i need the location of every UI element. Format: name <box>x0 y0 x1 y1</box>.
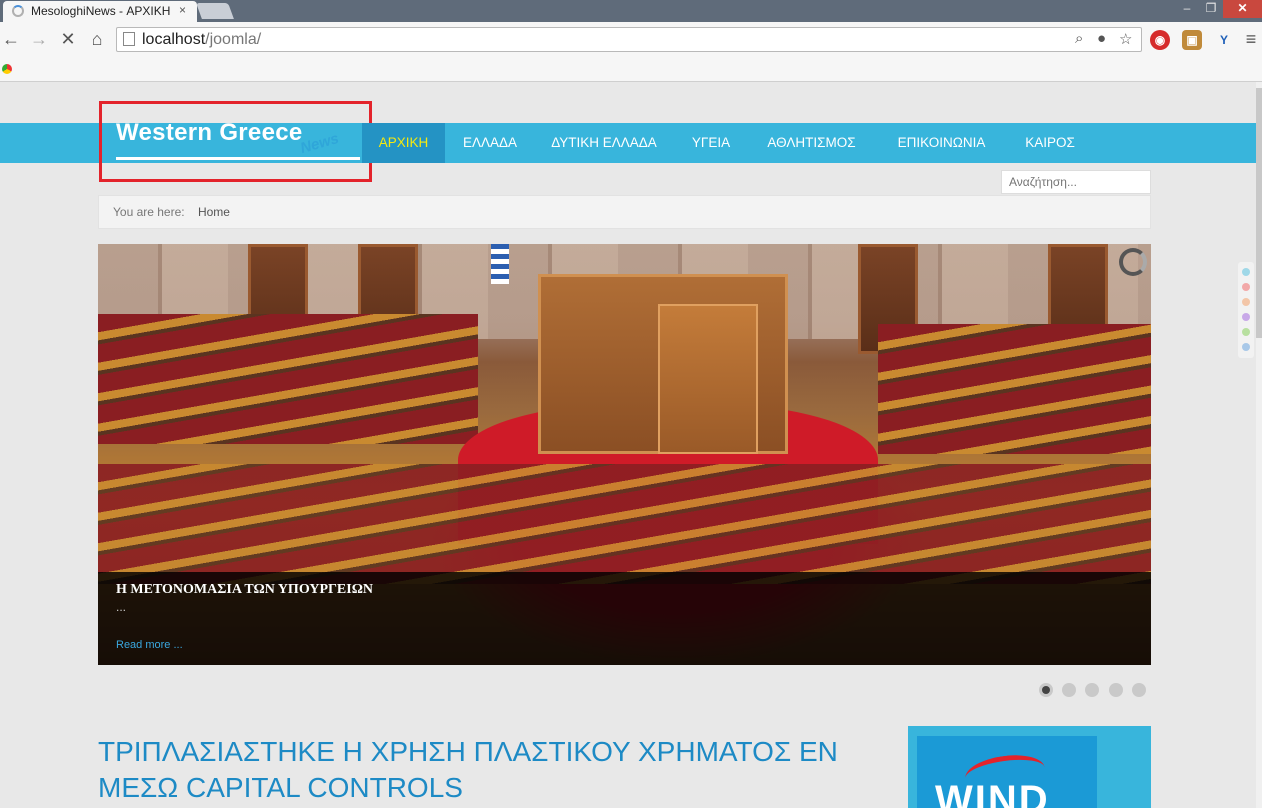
extension-box-icon[interactable]: ▣ <box>1182 30 1202 50</box>
nav-item-contact[interactable]: ΕΠΙΚΟΙΝΩΝΙΑ <box>874 123 1009 163</box>
hero-image-seats-left <box>98 314 478 444</box>
slider-dot-4[interactable] <box>1109 683 1123 697</box>
browser-tab-active[interactable]: MesologhiNews - ΑΡΧΙΚΗ × <box>3 1 197 22</box>
style-switcher <box>1238 262 1254 358</box>
scrollbar-thumb[interactable] <box>1256 88 1262 338</box>
menu-icon[interactable]: ≡ <box>1240 28 1262 50</box>
bookmark-star-icon[interactable]: ☆ <box>1119 30 1132 48</box>
nav-item-western-greece[interactable]: ΔΥΤΙΚΗ ΕΛΛΑΔΑ <box>535 123 673 163</box>
nav-item-health[interactable]: ΥΓΕΙΑ <box>673 123 749 163</box>
slider-dot-2[interactable] <box>1062 683 1076 697</box>
page-icon <box>123 32 135 46</box>
window-maximize-button[interactable]: ❐ <box>1199 0 1223 18</box>
hero-image-lectern <box>658 304 758 454</box>
stop-loading-icon[interactable]: ✕ <box>57 28 79 50</box>
browser-tabbar: MesologhiNews - ΑΡΧΙΚΗ × – ❐ ✕ <box>0 0 1262 22</box>
ad-banner-inner: WIND <box>917 736 1097 808</box>
nav-item-sports[interactable]: ΑΘΛΗΤΙΣΜΟΣ <box>749 123 874 163</box>
breadcrumb: You are here: Home <box>98 195 1151 229</box>
window-minimize-button[interactable]: – <box>1175 0 1199 18</box>
tab-close-icon[interactable]: × <box>179 3 186 17</box>
forward-arrow-icon[interactable]: → <box>28 28 50 50</box>
style-dot-red[interactable] <box>1242 283 1250 291</box>
apps-icon[interactable] <box>2 64 12 74</box>
extension-y-icon[interactable]: Y <box>1214 30 1234 50</box>
web-page: Western Greece News ΑΡΧΙΚΗ ΕΛΛΑΔΑ ΔΥΤΙΚΗ… <box>0 82 1262 808</box>
page-scrollbar[interactable] <box>1256 82 1262 808</box>
logo-highlight-box <box>99 101 372 182</box>
home-icon[interactable]: ⌂ <box>86 28 108 50</box>
hero-image-flag <box>491 244 509 284</box>
lightbulb-icon[interactable]: ● <box>1097 30 1106 47</box>
style-dot-orange[interactable] <box>1242 298 1250 306</box>
slider-dot-5[interactable] <box>1132 683 1146 697</box>
nav-item-weather[interactable]: ΚΑΙΡΟΣ <box>1009 123 1091 163</box>
bookmarks-bar <box>0 58 1262 82</box>
ad-brand: WIND <box>935 778 1050 808</box>
slider-loader-icon <box>1119 248 1147 276</box>
slider-dot-3[interactable] <box>1085 683 1099 697</box>
hero-slider[interactable]: Η ΜΕΤΟΝΟΜΑΣΙΑ ΤΩΝ ΥΠΟΥΡΓΕΙΩΝ ... Read mo… <box>98 244 1151 665</box>
nav-item-greece[interactable]: ΕΛΛΑΔΑ <box>445 123 535 163</box>
back-arrow-icon[interactable]: ← <box>0 28 22 50</box>
loading-spinner-icon <box>12 5 24 17</box>
hero-image-seats-right <box>878 324 1151 454</box>
slider-caption-desc: ... <box>116 600 127 614</box>
address-url: localhost/joomla/ <box>142 31 262 48</box>
new-tab-button[interactable] <box>196 3 234 19</box>
style-dot-blue[interactable] <box>1242 343 1250 351</box>
tab-title: MesologhiNews - ΑΡΧΙΚΗ <box>31 4 171 18</box>
hero-image-seats-front <box>98 464 1151 584</box>
ad-banner[interactable]: WIND <box>908 726 1151 808</box>
breadcrumb-label: You are here: <box>113 205 185 219</box>
browser-toolbar: ← → ✕ ⌂ localhost/joomla/ ⌕ ● ☆ ◉ ▣ Y ≡ <box>0 22 1262 58</box>
article-title-link[interactable]: ΤΡΙΠΛΑΣΙΑΣΤΗΚΕ Η ΧΡΗΣΗ ΠΛΑΣΤΙΚΟΥ ΧΡΗΜΑΤΟ… <box>98 734 858 806</box>
breadcrumb-home-link[interactable]: Home <box>198 205 230 219</box>
slider-dot-1[interactable] <box>1039 683 1053 697</box>
adblock-extension-icon[interactable]: ◉ <box>1150 30 1170 50</box>
nav-item-home[interactable]: ΑΡΧΙΚΗ <box>362 123 445 163</box>
slider-read-more-link[interactable]: Read more ... <box>116 639 183 651</box>
style-dot-green[interactable] <box>1242 328 1250 336</box>
zoom-icon[interactable]: ⌕ <box>1075 30 1083 47</box>
search-input[interactable] <box>1001 170 1151 194</box>
slider-caption-title[interactable]: Η ΜΕΤΟΝΟΜΑΣΙΑ ΤΩΝ ΥΠΟΥΡΓΕΙΩΝ <box>116 582 373 598</box>
window-close-button[interactable]: ✕ <box>1223 0 1262 18</box>
address-bar[interactable]: localhost/joomla/ ⌕ ● ☆ <box>116 27 1142 52</box>
style-dot-purple[interactable] <box>1242 313 1250 321</box>
style-dot-cyan[interactable] <box>1242 268 1250 276</box>
